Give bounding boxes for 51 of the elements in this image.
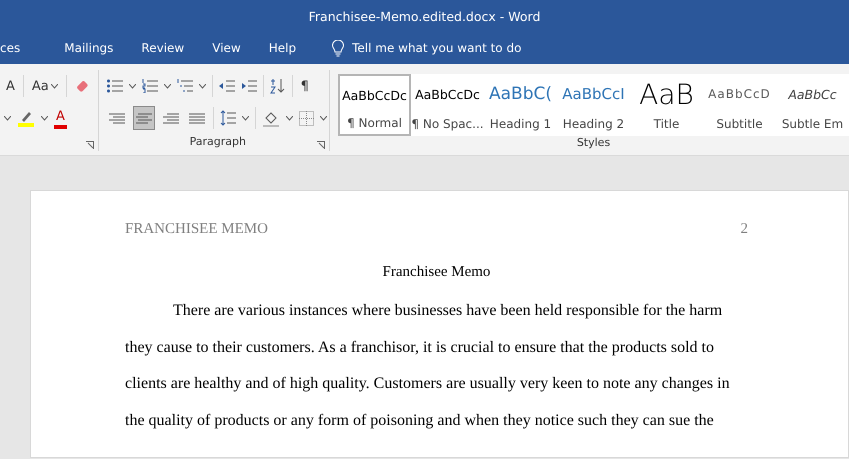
style-option[interactable]: AaBbCcI Heading 2 xyxy=(557,74,630,136)
style-option[interactable]: AaB Title xyxy=(630,74,703,136)
align-lines-icon xyxy=(162,112,179,124)
font-color-button[interactable]: A xyxy=(54,107,67,129)
shading-icon[interactable] xyxy=(262,110,280,126)
sort-icon[interactable] xyxy=(270,78,286,94)
change-case-button[interactable]: Aa xyxy=(30,74,60,98)
style-option[interactable]: AaBbCc Subtle Em xyxy=(776,74,849,136)
style-option[interactable]: AaBbCcD Subtitle xyxy=(703,74,776,136)
menu-tab[interactable]: ces xyxy=(0,32,34,64)
caret-icon xyxy=(50,84,58,88)
align-lines-icon xyxy=(136,112,152,124)
caret-icon[interactable] xyxy=(164,84,171,88)
decrease-indent-icon[interactable] xyxy=(218,79,235,93)
document-title: Franchisee Memo xyxy=(382,264,490,280)
body-paragraph: There are various instances where businesses have been held responsible for the harm they cause to their customers. As a franchisor, it is crucial to ensure that the products sold to clients are healthy and of high quality. Customers are usually very keen to note any changes in the quality of products or any form of poisoning and when they notice such they can sue the xyxy=(125,301,731,430)
menu-tab[interactable]: Mailings xyxy=(64,32,128,64)
bullet-list-icon[interactable] xyxy=(106,79,123,93)
increase-indent-icon[interactable] xyxy=(240,79,257,93)
caret-icon[interactable] xyxy=(41,116,48,120)
dialog-launcher-icon[interactable] xyxy=(317,141,325,149)
running-header: FRANCHISEE MEMO xyxy=(125,221,268,238)
multilevel-list-icon[interactable] xyxy=(176,79,193,93)
caret-icon[interactable] xyxy=(128,84,136,88)
group-label: Styles xyxy=(576,136,610,149)
dialog-launcher-icon[interactable] xyxy=(86,141,94,149)
highlighter-icon[interactable] xyxy=(17,109,35,127)
menu-tab[interactable]: Review xyxy=(141,32,198,64)
line-spacing-icon[interactable] xyxy=(220,110,236,126)
style-option[interactable]: AaBbCcDc ¶ Normal xyxy=(338,74,411,136)
caret-icon[interactable] xyxy=(242,116,249,120)
window-title: Franchisee-Memo.edited.docx - Word xyxy=(308,8,540,24)
group-label: Paragraph xyxy=(190,135,246,148)
align-lines-icon xyxy=(108,112,125,124)
style-option[interactable]: AaBbCcDc ¶ No Spac... xyxy=(411,74,484,136)
grow-font-button[interactable]: A xyxy=(4,74,17,98)
caret-icon[interactable] xyxy=(4,116,11,120)
caret-icon[interactable] xyxy=(286,116,293,120)
show-formatting-button[interactable]: ¶ xyxy=(298,74,311,98)
caret-icon[interactable] xyxy=(320,116,327,120)
menu-tab[interactable]: Help xyxy=(268,32,310,64)
tell-me-search[interactable]: Tell me what you want to do xyxy=(332,36,522,60)
page-number: 2 xyxy=(740,221,748,238)
align-lines-icon xyxy=(188,112,205,124)
style-option[interactable]: AaBbC( Heading 1 xyxy=(484,74,557,136)
align-center-button[interactable] xyxy=(132,106,155,130)
caret-icon[interactable] xyxy=(198,84,206,88)
lightbulb-icon xyxy=(332,40,344,56)
menu-tab[interactable]: View xyxy=(212,32,255,64)
borders-icon[interactable] xyxy=(298,110,314,126)
numbered-list-icon[interactable] xyxy=(142,79,158,93)
